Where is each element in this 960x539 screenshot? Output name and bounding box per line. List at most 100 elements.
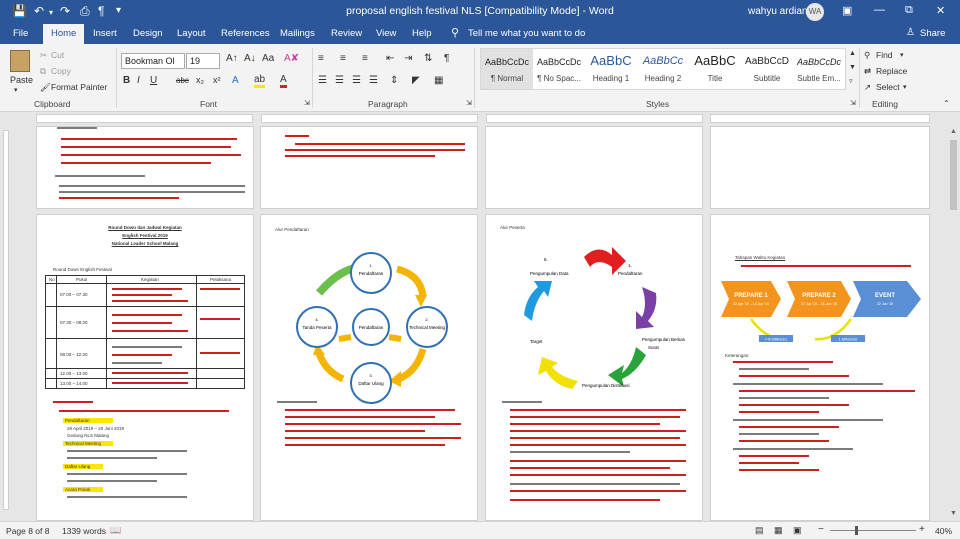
scroll-down-icon[interactable]: ▼ [950,510,957,517]
borders-icon[interactable]: ▦ [434,75,443,86]
page-rundown[interactable]: Round Down dan Jadwal Kegiatan English F… [36,214,254,521]
style-title[interactable]: AaBbC Title [689,49,741,89]
bold-icon[interactable]: B [123,75,130,86]
paragraph-dialog-launcher-icon[interactable]: ⇲ [466,99,472,107]
find-dropdown-icon[interactable]: ▾ [900,51,904,59]
font-color-icon[interactable]: A [280,75,287,88]
zoom-slider[interactable] [830,530,916,531]
text-effects-icon[interactable]: A [232,75,239,86]
tab-file[interactable]: File [13,28,28,39]
format-painter-button[interactable]: Format Painter [51,82,107,92]
styles-scroll-down-icon[interactable]: ▼ [849,64,856,71]
print-layout-icon[interactable]: ▦ [774,525,783,536]
page-timeline[interactable]: Tahapan Waktu Kegiatan PREPARE 1 22 Apr … [710,214,930,521]
shading-icon[interactable]: ◤ [412,75,420,86]
tab-design[interactable]: Design [133,28,163,39]
share-button[interactable]: Share [920,28,945,39]
sort-icon[interactable]: ⇅ [424,53,432,64]
zoom-slider-thumb[interactable] [855,526,858,535]
scroll-up-icon[interactable]: ▲ [950,128,957,135]
align-left-icon[interactable]: ☰ [318,75,327,86]
increase-indent-icon[interactable]: ⇥ [404,53,412,64]
collapse-ribbon-icon[interactable]: ⌃ [943,99,950,108]
page-arrow-cycle[interactable]: Alur Peserta 1. Pendaftaran 6. Pengumpul… [485,214,703,521]
page-3-top[interactable] [485,126,703,209]
grow-font-icon[interactable]: A↑ [226,53,238,64]
scrollbar-thumb[interactable] [950,140,957,210]
style-subtitle[interactable]: AaBbCcD Subtitle [741,49,793,89]
cut-button[interactable]: Cut [51,50,64,60]
underline-icon[interactable]: U [150,75,157,86]
show-formatting-icon[interactable]: ¶ [444,53,449,64]
read-mode-icon[interactable]: ▤ [755,525,764,536]
tab-home[interactable]: Home [43,24,85,44]
avatar[interactable]: WA [806,3,824,21]
styles-scroll-up-icon[interactable]: ▲ [849,50,856,57]
style-no-spacing[interactable]: AaBbCcDc ¶ No Spac... [533,49,585,89]
tab-layout[interactable]: Layout [177,28,206,39]
page-4-top[interactable] [710,126,930,209]
superscript-icon[interactable]: x² [213,75,221,85]
page-indicator[interactable]: Page 8 of 8 [6,526,49,536]
minimize-icon[interactable]: — [874,4,885,16]
restore-icon[interactable]: ⧉ [905,4,913,17]
zoom-out-icon[interactable]: − [818,524,824,535]
vertical-scrollbar[interactable]: ▲ ▼ [947,126,960,521]
numbering-icon[interactable]: ≡ [340,53,346,64]
shrink-font-icon[interactable]: A↓ [244,53,256,64]
italic-icon[interactable]: I [137,75,140,86]
page-1[interactable] [36,126,254,209]
select-dropdown-icon[interactable]: ▾ [903,83,907,91]
find-icon[interactable]: ⚲ [864,50,870,61]
styles-dialog-launcher-icon[interactable]: ⇲ [850,99,856,107]
copy-button[interactable]: Copy [51,66,71,76]
tab-review[interactable]: Review [331,28,362,39]
share-icon[interactable]: ♙ [906,27,915,38]
paste-icon[interactable] [10,50,30,72]
tab-help[interactable]: Help [412,28,432,39]
tell-me-search[interactable]: Tell me what you want to do [468,28,585,39]
change-case-icon[interactable]: Aa [262,53,274,64]
tab-view[interactable]: View [376,28,396,39]
font-name-box[interactable]: Bookman Ol [121,53,185,69]
paste-button[interactable]: Paste [10,75,33,85]
align-right-icon[interactable]: ☰ [352,75,361,86]
styles-more-icon[interactable]: ▿ [849,77,853,85]
style-normal[interactable]: AaBbCcDc ¶ Normal [481,49,533,89]
highlight-color-icon[interactable]: ab [254,75,266,88]
paste-dropdown-icon[interactable]: ▾ [14,86,18,94]
select-button[interactable]: Select [876,82,900,92]
tab-insert[interactable]: Insert [93,28,117,39]
justify-icon[interactable]: ☰ [369,75,378,86]
replace-button[interactable]: Replace [876,66,907,76]
clear-formatting-icon[interactable]: A✘ [284,53,299,64]
proofing-icon[interactable]: 📖 [110,525,121,536]
style-subtle-emphasis[interactable]: AaBbCcDc Subtle Em... [793,49,845,89]
user-name[interactable]: wahyu ardian [748,6,807,17]
line-spacing-icon[interactable]: ⇕ [390,75,398,86]
font-size-box[interactable]: 19 [186,53,220,69]
zoom-level[interactable]: 40% [935,526,952,536]
multilevel-list-icon[interactable]: ≡ [362,53,368,64]
style-heading-2[interactable]: AaBbCc Heading 2 [637,49,689,89]
decrease-indent-icon[interactable]: ⇤ [386,53,394,64]
page-2[interactable] [260,126,478,209]
replace-icon[interactable]: ⇄ [864,66,871,77]
style-heading-1[interactable]: AaBbC Heading 1 [585,49,637,89]
find-button[interactable]: Find [876,50,893,60]
page-cycle[interactable]: Alur Pendaftaran 1. Pendaftaran 2. Techn… [260,214,478,521]
tab-references[interactable]: References [221,28,270,39]
font-dialog-launcher-icon[interactable]: ⇲ [304,99,310,107]
web-layout-icon[interactable]: ▣ [793,525,802,536]
tab-mailings[interactable]: Mailings [280,28,315,39]
word-count[interactable]: 1339 words [62,526,106,536]
ribbon-display-options-icon[interactable]: ▣ [842,4,852,17]
strikethrough-icon[interactable]: abc [176,76,189,85]
align-center-icon[interactable]: ☰ [335,75,344,86]
copy-icon[interactable]: ⧉ [40,66,46,77]
format-painter-icon[interactable]: 🖌 [40,82,51,93]
close-icon[interactable]: ✕ [936,4,945,17]
zoom-in-icon[interactable]: + [919,524,925,535]
subscript-icon[interactable]: x₂ [196,75,204,85]
select-icon[interactable]: ↗ [864,82,871,93]
